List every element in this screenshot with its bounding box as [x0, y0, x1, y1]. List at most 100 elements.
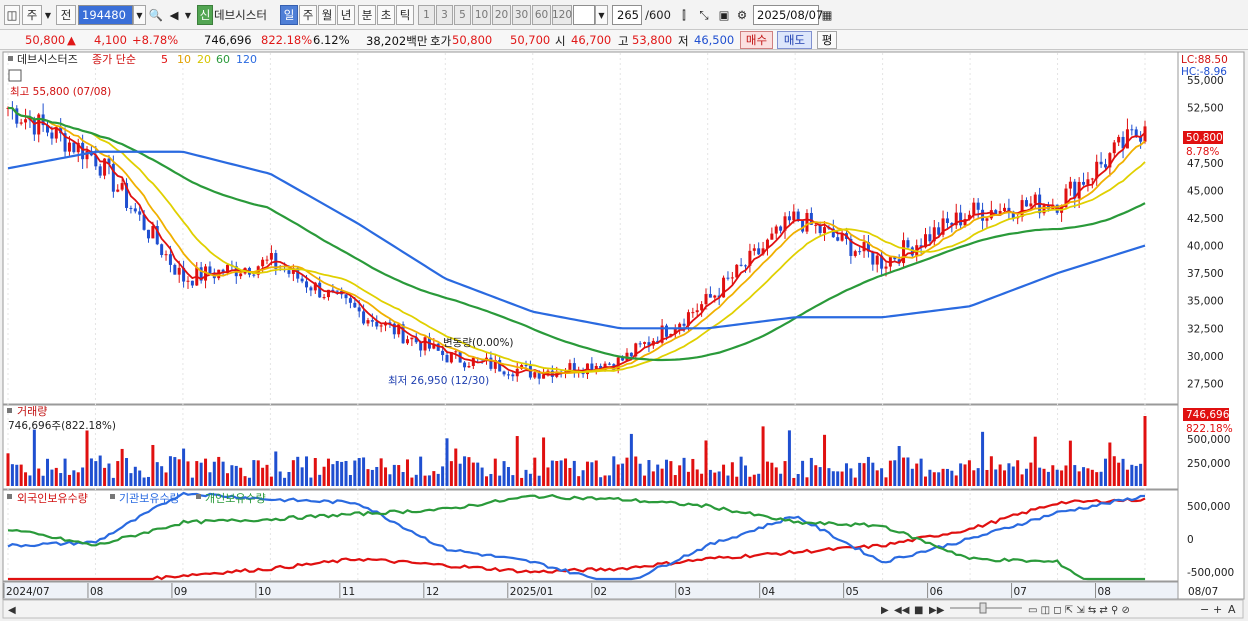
- volume-bar: [419, 456, 423, 486]
- interval-3[interactable]: 3: [436, 5, 453, 25]
- chart-area[interactable]: 데브시스터즈 종가 단순 5 10 20 60 120 최고 55,800 (0…: [0, 50, 1248, 621]
- chevron-down-icon[interactable]: ▼: [42, 5, 54, 25]
- market-select[interactable]: 주: [22, 5, 42, 25]
- volume-bar: [502, 461, 506, 486]
- period-year-button[interactable]: 년: [337, 5, 355, 25]
- candle-body: [362, 311, 366, 324]
- volume-bar: [647, 460, 651, 486]
- chevron-down-icon[interactable]: ▼: [182, 5, 194, 25]
- rewind-icon[interactable]: ◀◀: [894, 605, 910, 616]
- volume-bar: [1139, 463, 1143, 486]
- date-tick: 08: [90, 586, 103, 598]
- volume-bar: [752, 474, 756, 486]
- period-day-button[interactable]: 일: [280, 5, 298, 25]
- code-dropdown-icon[interactable]: ▼: [133, 5, 146, 25]
- volume-bar: [340, 461, 344, 486]
- volume-bar: [397, 465, 401, 486]
- volume-bar: [72, 470, 76, 486]
- candle-body: [322, 297, 326, 299]
- volume-bar: [458, 463, 462, 486]
- volume-bar: [1143, 416, 1147, 486]
- volume-bar: [761, 426, 765, 486]
- volume-bar: [691, 458, 695, 486]
- scroll-right-icon[interactable]: ▶: [881, 605, 889, 616]
- volume-bar: [849, 468, 853, 486]
- forward-icon[interactable]: ▶▶: [929, 605, 945, 616]
- candle-body: [959, 212, 963, 226]
- calendar-icon[interactable]: ▦: [820, 5, 834, 25]
- candle-body: [875, 255, 879, 265]
- interval-60[interactable]: 60: [532, 5, 551, 25]
- count-input[interactable]: 265: [612, 5, 642, 25]
- zoom-out-icon[interactable]: −: [1200, 603, 1209, 616]
- grid-toggle-icon[interactable]: [8, 69, 22, 82]
- candle-body: [357, 307, 361, 312]
- date-input[interactable]: 2025/08/07: [753, 5, 823, 25]
- legend-ma10: 10: [177, 53, 191, 66]
- volume-toggle-icon[interactable]: [7, 408, 12, 413]
- volume-bar: [133, 466, 137, 486]
- period-min-button[interactable]: 분: [358, 5, 376, 25]
- volume-bar: [831, 471, 835, 486]
- avg-button[interactable]: 평: [817, 31, 837, 49]
- interval-120[interactable]: 120: [552, 5, 572, 25]
- tool-icons[interactable]: ▭ ◫ ◻ ⇱ ⇲ ⇆ ⇄ ⚲ ⊘: [1028, 605, 1130, 616]
- legend-toggle-icon[interactable]: [8, 56, 13, 61]
- font-size-icon[interactable]: A: [1228, 603, 1236, 616]
- scroll-left-icon[interactable]: ◀: [8, 605, 16, 616]
- candle-body: [989, 210, 993, 219]
- interval-5[interactable]: 5: [454, 5, 471, 25]
- volume-bar: [801, 460, 805, 486]
- candle-body: [1117, 136, 1121, 143]
- volume-bar: [50, 469, 54, 486]
- volume-bar: [910, 468, 914, 486]
- period-week-button[interactable]: 주: [299, 5, 317, 25]
- volume-bar: [375, 466, 379, 486]
- volume-bar: [840, 471, 844, 486]
- low-label: 저: [678, 34, 689, 48]
- volume-bar: [629, 433, 633, 486]
- candle-icon[interactable]: ⫿: [676, 5, 692, 25]
- candle-body: [1068, 181, 1072, 189]
- speaker-icon[interactable]: ◀: [166, 5, 182, 25]
- candle-body: [72, 142, 76, 153]
- period-sec-button[interactable]: 초: [377, 5, 395, 25]
- volume-bar: [673, 475, 677, 486]
- volume-bar: [190, 477, 194, 486]
- draw-icon[interactable]: ⤡: [696, 5, 712, 25]
- search-icon[interactable]: 🔍: [148, 5, 164, 25]
- sell-button[interactable]: 매도: [777, 31, 812, 49]
- volume-bar: [195, 461, 199, 486]
- date-axis-label: 08/07: [1188, 586, 1218, 598]
- volume-bar: [871, 462, 875, 486]
- zoom-in-icon[interactable]: +: [1213, 603, 1222, 616]
- toolbar: ◫ 주 ▼ 전 194480 ▼ 🔍 ◀ ▼ 신 데브시스터 일 주 월 년 분…: [0, 0, 1248, 30]
- volume-bar: [125, 458, 129, 486]
- save-icon[interactable]: ▣: [716, 5, 732, 25]
- holding-toggle-icon[interactable]: [7, 494, 12, 499]
- candle-body: [638, 343, 642, 345]
- low-price: 46,500: [694, 33, 735, 47]
- interval-1[interactable]: 1: [418, 5, 435, 25]
- candle-body: [629, 352, 633, 357]
- price-tick: 52,500: [1187, 103, 1224, 115]
- layout-icon[interactable]: ◫: [4, 5, 20, 25]
- candle-body: [981, 209, 985, 221]
- interval-input[interactable]: [573, 5, 595, 25]
- date-tick: 05: [846, 586, 859, 598]
- interval-20[interactable]: 20: [492, 5, 511, 25]
- interval-dropdown-icon[interactable]: ▼: [595, 5, 608, 25]
- prev-button[interactable]: 전: [56, 5, 76, 25]
- period-month-button[interactable]: 월: [318, 5, 336, 25]
- code-input[interactable]: 194480: [78, 5, 133, 25]
- gear-icon[interactable]: ⚙: [734, 5, 750, 25]
- volume-bar: [46, 458, 50, 486]
- interval-10[interactable]: 10: [472, 5, 491, 25]
- candle-body: [375, 321, 379, 327]
- stop-icon[interactable]: ■: [914, 605, 923, 616]
- interval-30[interactable]: 30: [512, 5, 531, 25]
- candle-body: [335, 290, 339, 292]
- buy-button[interactable]: 매수: [740, 31, 773, 49]
- period-tick-button[interactable]: 틱: [396, 5, 414, 25]
- candle-body: [1086, 179, 1090, 185]
